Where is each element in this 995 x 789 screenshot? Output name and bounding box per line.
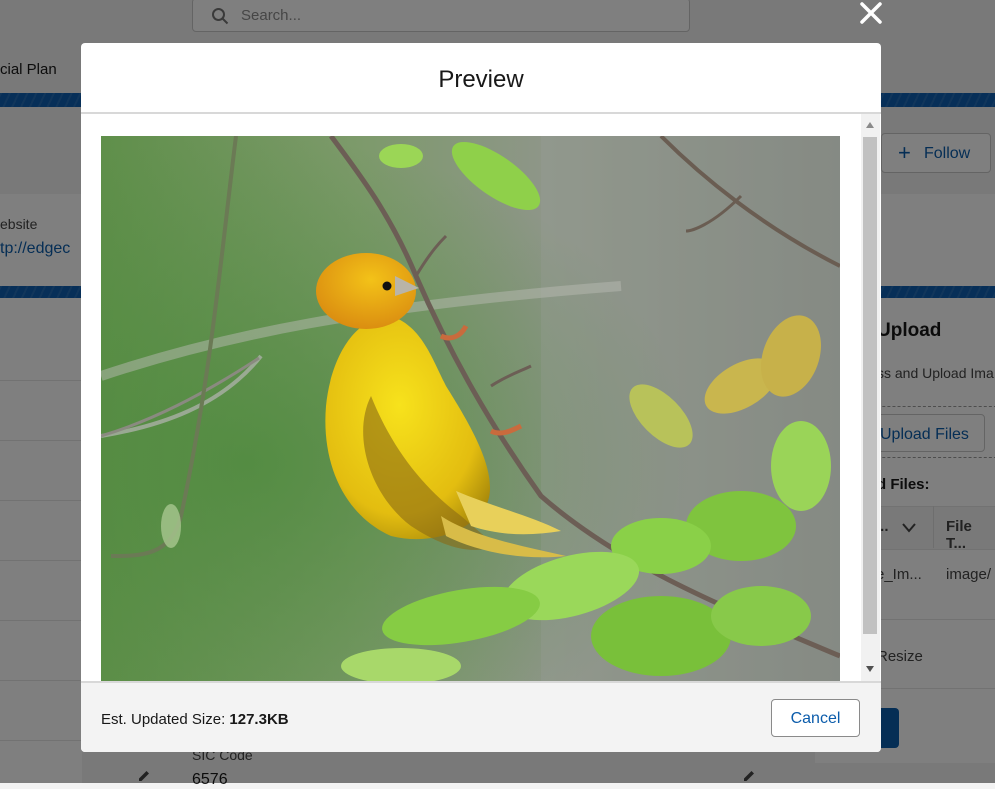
- preview-image: [101, 136, 840, 681]
- scroll-up-arrow-icon[interactable]: [866, 122, 874, 128]
- scroll-down-arrow-icon[interactable]: [866, 666, 874, 672]
- modal-footer: Est. Updated Size: 127.3KB Cancel: [81, 681, 881, 752]
- modal-title: Preview: [438, 66, 524, 93]
- cancel-button[interactable]: Cancel: [771, 699, 860, 737]
- scrollbar-thumb[interactable]: [863, 137, 877, 634]
- estimated-size-label: Est. Updated Size:: [101, 711, 230, 728]
- modal-header: Preview: [81, 43, 881, 114]
- preview-modal: Preview Est. Updated Size: 127.3KB Cance…: [81, 43, 881, 752]
- close-icon[interactable]: [859, 1, 883, 25]
- modal-body[interactable]: [81, 114, 881, 681]
- estimated-size: Est. Updated Size: 127.3KB: [101, 711, 289, 728]
- estimated-size-value: 127.3KB: [229, 711, 289, 728]
